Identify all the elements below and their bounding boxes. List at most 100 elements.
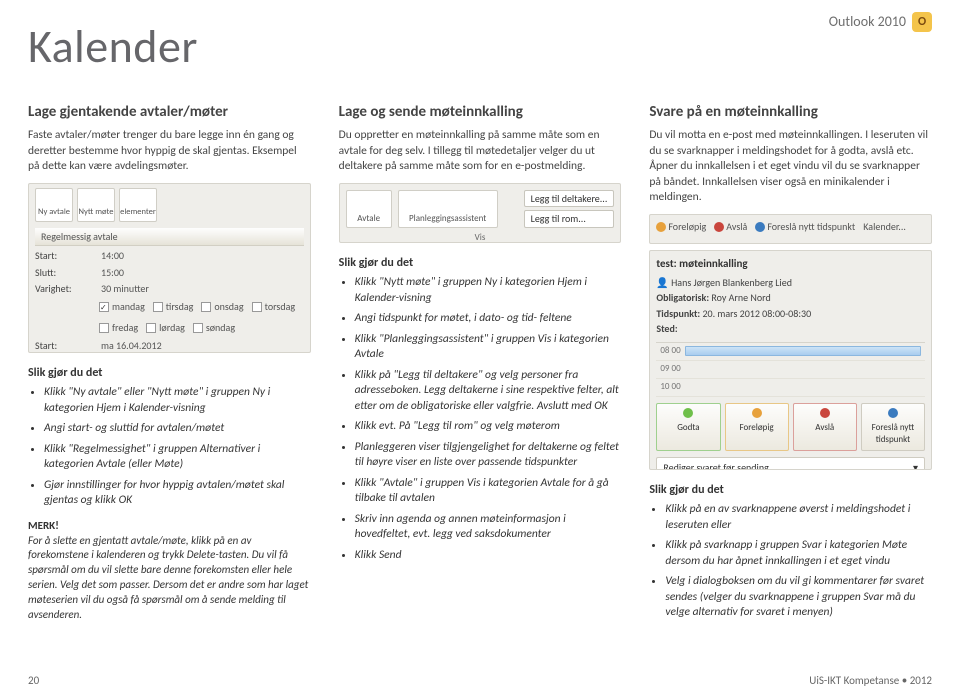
col2-step: Skriv inn agenda og annen møteinformasjo… (355, 512, 622, 543)
header-app-label: Outlook 2010 O (829, 12, 932, 32)
ribbon-ny-avtale: Ny avtale (35, 188, 73, 222)
ribbon-group-vis: Vis (346, 232, 615, 243)
time-0800: 08 00 (660, 345, 680, 357)
chk-tirsdag (153, 302, 163, 312)
col2-step: Klikk "Avtale" i gruppen Vis i kategorie… (355, 476, 622, 507)
meeting-title: test: møteinnkalling (656, 257, 925, 272)
btn-foresla: Foreslå nytt tidspunkt (861, 403, 925, 451)
day-lordag: lørdag (159, 321, 185, 335)
col1-step: Klikk "Ny avtale" eller "Nytt møte" i gr… (44, 385, 311, 416)
col1-slik-title: Slik gjør du det (28, 365, 311, 381)
page-title: Kalender (28, 16, 932, 78)
btn-legg-rom: Legg til rom... (524, 210, 615, 228)
decline-icon (714, 222, 724, 232)
col2-step: Planleggeren viser tilgjengelighet for d… (355, 440, 622, 471)
meeting-reading-pane-screenshot: test: møteinnkalling 👤 Hans Jørgen Blank… (649, 250, 932, 470)
accept-icon (683, 408, 693, 418)
column-respond: Svare på en møteinnkalling Du vil motta … (649, 102, 932, 626)
response-ribbon-screenshot: Foreløpig Avslå Foreslå nytt tidspunkt K… (649, 214, 932, 244)
col3-step: Velg i dialogboksen om du vil gi komment… (665, 574, 932, 621)
decline-icon (820, 408, 830, 418)
page-number: 20 (28, 674, 39, 689)
col3-step: Klikk på en av svarknappene øverst i mel… (665, 502, 932, 533)
col1-intro: Faste avtaler/møter trenger du bare legg… (28, 128, 311, 175)
day-tirsdag: tirsdag (166, 300, 194, 314)
propose-icon (755, 222, 765, 232)
col1-steps: Klikk "Ny avtale" eller "Nytt møte" i gr… (28, 385, 311, 509)
dlg-varighet-value: 30 minutter (101, 282, 149, 296)
time-0900: 09 00 (660, 363, 680, 375)
col3-intro: Du vil motta en e-post med møteinnkallin… (649, 128, 932, 206)
btn-forelopig-label: Foreløpig (740, 422, 774, 433)
dlg-slutt-label: Slutt: (35, 266, 95, 280)
dlg-start-value: 14:00 (101, 249, 124, 263)
day-fredag: fredag (112, 321, 138, 335)
column-recurring: Lage gjentakende avtaler/møter Faste avt… (28, 102, 311, 626)
col2-heading: Lage og sende møteinnkalling (339, 102, 622, 122)
chk-onsdag (201, 302, 211, 312)
outlook-icon: O (912, 12, 932, 32)
col1-heading: Lage gjentakende avtaler/møter (28, 102, 311, 122)
obligatorisk-label: Obligatorisk: (656, 291, 709, 304)
ribbon-forelopig: Foreløpig (668, 220, 706, 234)
col2-step: Klikk "Nytt møte" i gruppen Ny i kategor… (355, 275, 622, 306)
col2-step: Klikk evt. På "Legg til rom" og velg møt… (355, 419, 622, 435)
chk-lordag (146, 323, 156, 333)
col2-step: Klikk på "Legg til deltakere" og velg pe… (355, 368, 622, 415)
meeting-tidspunkt: 20. mars 2012 08:00-08:30 (702, 307, 811, 320)
btn-legg-deltakere: Legg til deltakere... (524, 190, 615, 208)
col3-heading: Svare på en møteinnkalling (649, 102, 932, 122)
chevron-down-icon: ▾ (913, 461, 918, 470)
col3-steps: Klikk på en av svarknappene øverst i mel… (649, 502, 932, 621)
chk-torsdag (252, 302, 262, 312)
meeting-obligatorisk: Roy Arne Nord (711, 291, 770, 304)
response-dropdown: Rediger svaret før sending ▾ (656, 457, 925, 470)
ribbon-avtale: Avtale (346, 190, 392, 228)
recurrence-dialog-screenshot: Ny avtale Nytt møte elementer Regelmessi… (28, 183, 311, 353)
ribbon-vis-screenshot: Avtale Planleggingsassistent Legg til de… (339, 183, 622, 243)
col2-steps: Klikk "Nytt møte" i gruppen Ny i kategor… (339, 275, 622, 563)
dlg-start-label: Start: (35, 249, 95, 263)
col1-merk: MERK! For å slette en gjentatt avtale/mø… (28, 519, 311, 623)
person-icon: 👤 (656, 276, 671, 289)
chk-mandag (99, 302, 109, 312)
btn-godta-label: Godta (677, 422, 699, 433)
col2-step: Angi tidspunkt for møtet, i dato- og tid… (355, 311, 622, 327)
day-mandag: mandag (112, 300, 145, 314)
btn-foresla-label: Foreslå nytt tidspunkt (872, 422, 915, 445)
tentative-icon (752, 408, 762, 418)
tidspunkt-label: Tidspunkt: (656, 307, 700, 320)
dlg-varighet-label: Varighet: (35, 282, 95, 296)
col2-step: Klikk Send (355, 548, 622, 564)
ribbon-kalender: Kalender... (863, 220, 906, 234)
col3-step: Klikk på svarknapp i gruppen Svar i kate… (665, 538, 932, 569)
column-send-invite: Lage og sende møteinnkalling Du opprette… (339, 102, 622, 626)
day-sondag: søndag (206, 321, 235, 335)
footer-credit: UiS-IKT Kompetanse • 2012 (809, 674, 932, 689)
ribbon-foresla: Foreslå nytt tidspunkt (767, 220, 855, 234)
dlg-slutt-value: 15:00 (101, 266, 124, 280)
col2-intro: Du oppretter en møteinnkalling på samme … (339, 128, 622, 175)
btn-forelopig: Foreløpig (725, 403, 789, 451)
btn-avsla-label: Avslå (815, 422, 834, 433)
ribbon-elementer: elementer (119, 188, 157, 222)
range-start-label: Start: (35, 339, 95, 353)
sted-label: Sted: (656, 322, 677, 335)
ribbon-planlegging: Planleggingsassistent (398, 190, 498, 228)
day-onsdag: onsdag (214, 300, 243, 314)
range-start-value: ma 16.04.2012 (101, 339, 162, 353)
dropdown-label: Rediger svaret før sending (663, 461, 768, 470)
merk-body: For å slette en gjentatt avtale/møte, kl… (28, 534, 308, 621)
time-1000: 10 00 (660, 381, 680, 393)
ribbon-avsla: Avslå (726, 220, 747, 234)
event-bar (685, 346, 921, 356)
chk-fredag (99, 323, 109, 333)
col2-step: Klikk "Planleggingsassistent" i gruppen … (355, 332, 622, 363)
chk-sondag (193, 323, 203, 333)
col1-step: Angi start- og sluttid for avtalen/møtet (44, 421, 311, 437)
dialog-titlebar: Regelmessig avtale (35, 228, 304, 247)
merk-title: MERK! (28, 519, 59, 532)
tentative-icon (656, 222, 666, 232)
day-torsdag: torsdag (265, 300, 296, 314)
col2-slik-title: Slik gjør du det (339, 255, 622, 271)
